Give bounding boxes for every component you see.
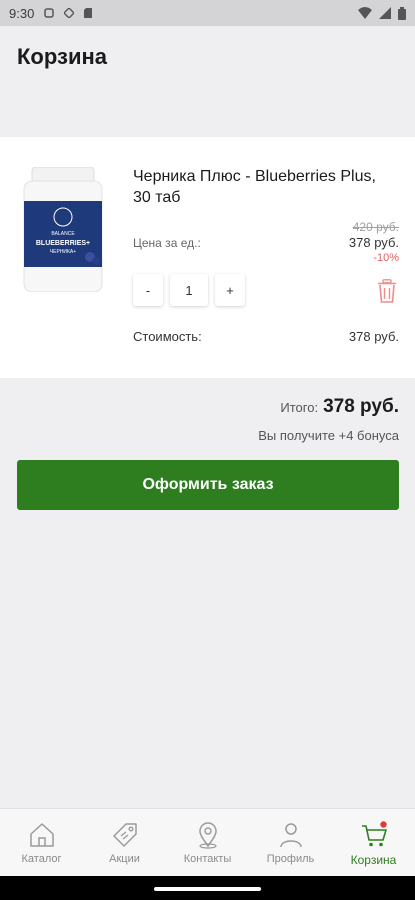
checkout-button[interactable]: Оформить заказ <box>17 460 399 510</box>
status-time: 9:30 <box>9 5 35 21</box>
order-total-value: 378 руб. <box>323 396 399 417</box>
discount-badge: -10% <box>373 252 399 264</box>
product-name[interactable]: Черника Плюс - Blueberries Plus, 30 таб <box>133 166 393 208</box>
order-total: Итого: 378 руб. <box>280 396 399 418</box>
notification-icon <box>44 8 55 18</box>
order-total-label: Итого: <box>280 400 319 415</box>
decrease-quantity-button[interactable]: - <box>133 274 163 306</box>
unit-price-label: Цена за ед.: <box>133 236 201 250</box>
tab-cart[interactable]: Корзина <box>332 809 415 876</box>
bonus-text: Вы получите +4 бонуса <box>258 428 399 443</box>
home-icon <box>29 823 54 847</box>
tag-icon <box>112 823 137 847</box>
old-price: 420 руб. <box>352 220 399 234</box>
tab-label: Корзина <box>350 853 397 867</box>
location-pin-icon <box>198 822 217 849</box>
item-total-value: 378 руб. <box>348 329 399 344</box>
system-navigation-bar <box>0 876 415 900</box>
increase-quantity-button[interactable]: + <box>215 274 245 306</box>
quantity-value[interactable]: 1 <box>170 274 208 306</box>
product-label: BLUEBERRIES+ <box>36 240 90 247</box>
tab-catalog[interactable]: Каталог <box>0 809 83 876</box>
trash-icon[interactable] <box>377 279 397 303</box>
bottom-tab-bar: Каталог Акции Контакты Профиль Корзина <box>0 808 415 876</box>
tab-profile[interactable]: Профиль <box>249 809 332 876</box>
tab-label: Каталог <box>21 853 62 865</box>
cart-icon <box>361 821 387 847</box>
tab-label: Акции <box>109 853 140 865</box>
user-icon <box>279 823 302 848</box>
tab-promotions[interactable]: Акции <box>83 809 166 876</box>
notification-icon <box>64 8 75 18</box>
product-brand: BALANCE <box>51 231 75 237</box>
unit-price: 378 руб. <box>348 235 399 250</box>
product-image[interactable]: BALANCE BLUEBERRIES+ ЧЕРНИКА+ <box>18 167 108 292</box>
product-sublabel: ЧЕРНИКА+ <box>50 249 76 255</box>
sd-card-icon <box>84 8 93 18</box>
page-title: Корзина <box>17 44 107 69</box>
battery-icon <box>398 6 406 20</box>
status-bar: 9:30 <box>0 0 415 26</box>
item-total-label: Стоимость: <box>133 329 202 344</box>
quantity-stepper: - 1 + <box>133 274 245 306</box>
wifi-icon <box>358 7 372 19</box>
tab-label: Контакты <box>183 853 232 865</box>
tab-label: Профиль <box>266 853 315 865</box>
cart-item-card: BALANCE BLUEBERRIES+ ЧЕРНИКА+ Черника Пл… <box>0 137 415 378</box>
tab-contacts[interactable]: Контакты <box>166 809 249 876</box>
signal-icon <box>379 7 391 19</box>
home-gesture-handle[interactable] <box>154 887 261 891</box>
